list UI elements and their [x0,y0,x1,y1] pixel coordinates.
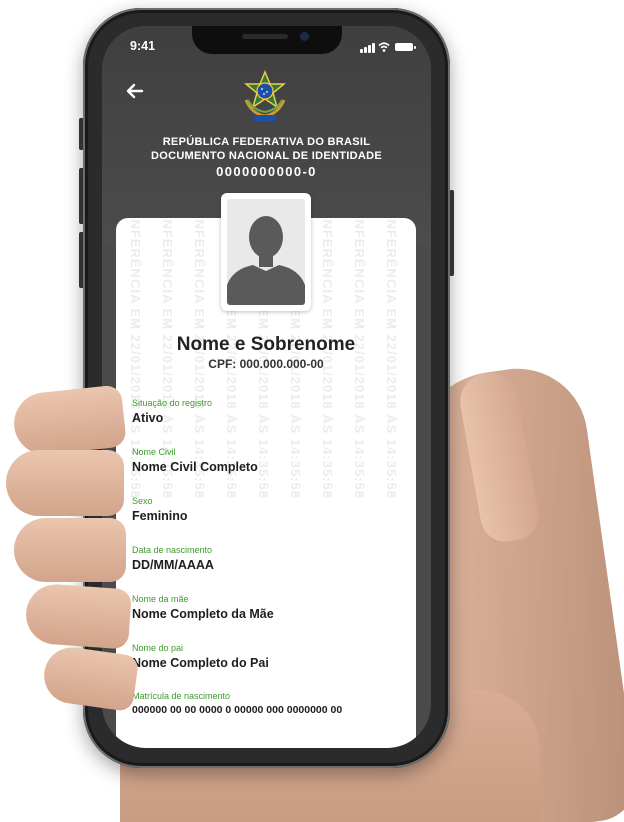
signal-icon [364,47,367,53]
field-mother-name: Nome da mãe Nome Completo da Mãe [132,594,412,621]
field-value: DD/MM/AAAA [132,558,214,572]
field-label: Data de nascimento [132,545,213,555]
field-label: Nome da mãe [132,594,189,604]
front-camera [300,32,309,41]
signal-icon [360,49,363,53]
photo-frame [221,193,311,311]
avatar-silhouette-icon [227,199,305,305]
finger [40,643,140,713]
coat-of-arms-icon [243,70,287,121]
field-sex: Sexo Feminino [132,496,412,523]
wifi-icon [378,42,390,52]
field-value: Nome Completo da Mãe [132,607,274,621]
field-label: Matrícula de nascimento [132,691,231,701]
status-time: 9:41 [130,39,156,53]
stage: 9:41 REPÚBLICA FEDERATIVA DO BRASIL DOCU… [0,0,624,822]
phone-screen: 9:41 REPÚBLICA FEDERATIVA DO BRASIL DOCU… [102,26,431,748]
field-label: Nome do pai [132,643,184,653]
signal-icon [372,43,375,53]
field-label: Sexo [132,496,153,506]
field-registration-status: Situação do registro Ativo [132,398,412,425]
finger [14,518,126,582]
finger [11,384,127,458]
person-name: Nome e Sobrenome [176,334,356,355]
avatar [227,199,305,305]
field-value: Nome Civil Completo [132,460,258,474]
back-arrow-icon[interactable] [122,78,148,104]
field-value: Nome Completo do Pai [132,656,269,670]
finger [6,450,124,516]
field-birth-registration: Matrícula de nascimento 000000 00 00 000… [132,691,412,716]
notch [192,26,342,54]
battery-icon [395,43,416,51]
field-birth-date: Data de nascimento DD/MM/AAAA [132,545,412,572]
field-value: Ativo [132,411,164,425]
field-label: Situação do registro [132,398,213,408]
field-value: 000000 00 00 0000 0 00000 000 0000000 00 [132,704,343,716]
finger [24,582,132,650]
field-father-name: Nome do pai Nome Completo do Pai [132,643,412,670]
field-value: Feminino [132,509,188,523]
field-label: Nome Civil [132,447,176,457]
header-document-type: DOCUMENTO NACIONAL DE IDENTIDADE [150,150,383,162]
speaker-grille [242,34,288,39]
person-cpf: CPF: 000.000.000-00 [208,357,324,371]
field-civil-name: Nome Civil Nome Civil Completo [132,447,412,474]
header-document-number: 0000000000-0 [216,164,317,179]
signal-icon [368,45,371,53]
header-country: REPÚBLICA FEDERATIVA DO BRASIL [162,136,371,148]
